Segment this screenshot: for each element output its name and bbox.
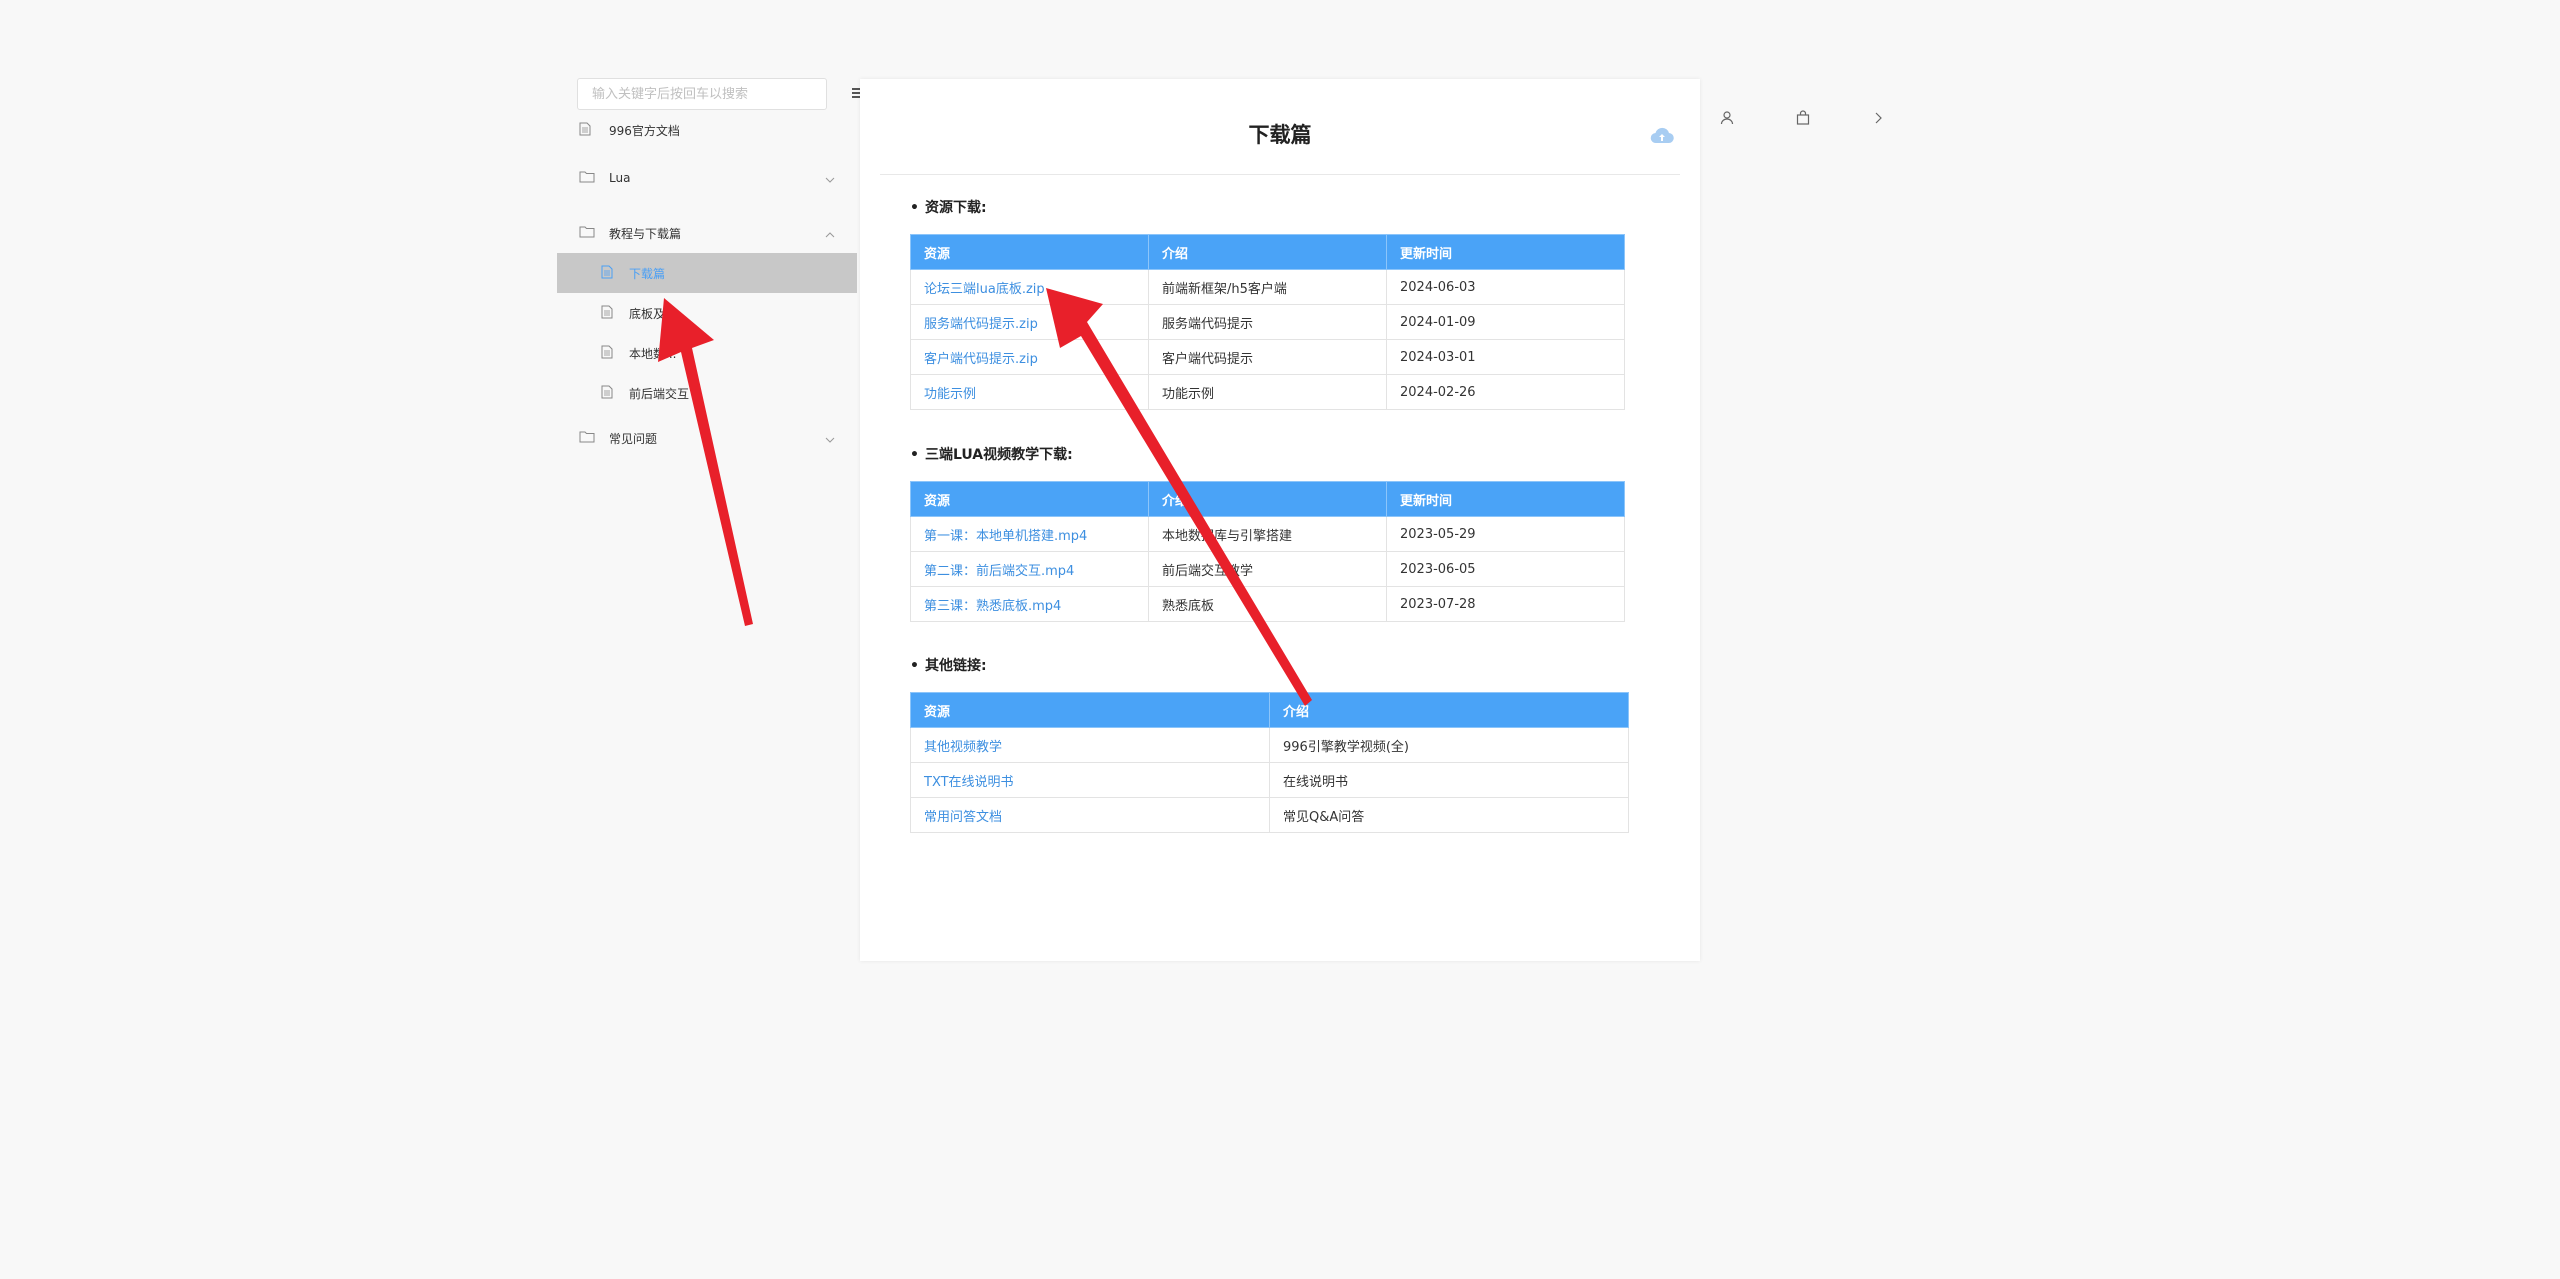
table-row: 常用问答文档 常见Q&A问答 [910,797,1629,833]
download-link[interactable]: 功能示例 [924,387,976,402]
chevron-up-icon [825,227,835,241]
sidebar-item-lua[interactable]: Lua [557,158,857,198]
download-link[interactable]: 第一课：本地单机搭建.mp4 [924,529,1087,544]
table-row: 客户端代码提示.zip 客户端代码提示 2024-03-01 [910,339,1625,375]
file-icon [601,385,613,402]
bag-icon[interactable] [1795,110,1811,126]
sidebar-item-label: Lua [609,171,631,185]
sidebar-item-faq[interactable]: 常见问题 [557,418,857,458]
file-icon [601,345,613,362]
chevron-right-icon[interactable] [1870,110,1886,126]
sidebar-item-local-data[interactable]: 本地数... [557,333,857,373]
table-cell: 熟悉底板 [1148,586,1387,622]
sidebar-item-baseboard[interactable]: 底板及..... [557,293,857,333]
sidebar: 996官方文档 Lua 教程与下载篇 下载篇 [557,78,864,458]
table-cell: 2024-03-01 [1386,339,1625,375]
sidebar-item-label: 本地数... [629,346,677,361]
table-cell: 前端新框架/h5客户端 [1148,269,1387,305]
table-cell: 本地数据库与引擎搭建 [1148,516,1387,552]
search-input[interactable] [577,78,827,110]
title-divider [880,174,1680,175]
external-link[interactable]: TXT在线说明书 [924,775,1014,790]
links-table: 资源 介绍 其他视频教学 996引擎教学视频(全) TXT在线说明书 在线说明书… [910,692,1629,833]
column-header: 介绍 [1269,692,1629,728]
resource-table: 资源 介绍 更新时间 论坛三端lua底板.zip 前端新框架/h5客户端 202… [910,234,1625,410]
table-cell: 2024-01-09 [1386,304,1625,340]
table-cell: 996引擎教学视频(全) [1269,727,1629,763]
column-header: 资源 [910,692,1270,728]
table-cell: 2023-05-29 [1386,516,1625,552]
file-icon [601,305,613,322]
section-heading: • 三端LUA视频教学下载: [910,447,1073,463]
sidebar-item-label: 常见问题 [609,431,658,446]
table-row: 服务端代码提示.zip 服务端代码提示 2024-01-09 [910,304,1625,340]
table-cell: 2023-06-05 [1386,551,1625,587]
table-cell: 在线说明书 [1269,762,1629,798]
file-icon [579,122,591,139]
download-link[interactable]: 服务端代码提示.zip [924,317,1038,332]
sidebar-item-tutorials[interactable]: 教程与下载篇 [557,213,857,253]
table-row: 第三课：熟悉底板.mp4 熟悉底板 2023-07-28 [910,586,1625,622]
table-cell: 2023-07-28 [1386,586,1625,622]
folder-icon [579,430,595,446]
search-row [577,78,864,112]
table-cell: 2024-06-03 [1386,269,1625,305]
sidebar-item-label: 底板及..... [629,306,685,321]
table-row: TXT在线说明书 在线说明书 [910,762,1629,798]
table-header-row: 资源 介绍 更新时间 [910,481,1625,517]
section-heading: • 其他链接: [910,658,987,674]
download-link[interactable]: 客户端代码提示.zip [924,352,1038,367]
table-row: 第二课：前后端交互.mp4 前后端交互教学 2023-06-05 [910,551,1625,587]
download-link[interactable]: 论坛三端lua底板.zip [924,282,1045,297]
sidebar-item-label: 下载篇 [629,266,666,281]
table-cell: 功能示例 [1148,374,1387,410]
table-header-row: 资源 介绍 更新时间 [910,234,1625,270]
download-link[interactable]: 第二课：前后端交互.mp4 [924,564,1074,579]
download-link[interactable]: 第三课：熟悉底板.mp4 [924,599,1061,614]
content-card: 下载篇 • 资源下载: 资源 介绍 更新时间 论坛三端lua底板.zip 前端新框… [860,79,1700,961]
page: 996官方文档 Lua 教程与下载篇 下载篇 [0,0,2560,1279]
table-cell: 前后端交互教学 [1148,551,1387,587]
column-header: 资源 [910,481,1149,517]
section-heading: • 资源下载: [910,200,987,216]
file-icon [601,265,613,282]
table-row: 其他视频教学 996引擎教学视频(全) [910,727,1629,763]
table-row: 第一课：本地单机搭建.mp4 本地数据库与引擎搭建 2023-05-29 [910,516,1625,552]
sidebar-item-frontend-backend[interactable]: 前后端交互 [557,373,857,413]
video-table: 资源 介绍 更新时间 第一课：本地单机搭建.mp4 本地数据库与引擎搭建 202… [910,481,1625,622]
sidebar-item-label: 前后端交互 [629,386,690,401]
sidebar-item-downloads[interactable]: 下载篇 [557,253,857,293]
table-cell: 常见Q&A问答 [1269,797,1629,833]
external-link[interactable]: 其他视频教学 [924,740,1002,755]
column-header: 介绍 [1148,234,1387,270]
column-header: 介绍 [1148,481,1387,517]
sidebar-item-official-docs[interactable]: 996官方文档 [557,110,857,150]
table-cell: 服务端代码提示 [1148,304,1387,340]
folder-icon [579,225,595,241]
column-header: 更新时间 [1386,481,1625,517]
chevron-down-icon [825,172,835,186]
page-title: 下载篇 [1248,123,1312,147]
table-cell: 2024-02-26 [1386,374,1625,410]
sidebar-item-label: 教程与下载篇 [609,226,682,241]
table-row: 论坛三端lua底板.zip 前端新框架/h5客户端 2024-06-03 [910,269,1625,305]
folder-icon [579,170,595,186]
table-header-row: 资源 介绍 [910,692,1629,728]
table-cell: 客户端代码提示 [1148,339,1387,375]
table-row: 功能示例 功能示例 2024-02-26 [910,374,1625,410]
user-icon[interactable] [1719,110,1735,126]
column-header: 更新时间 [1386,234,1625,270]
external-link[interactable]: 常用问答文档 [924,810,1002,825]
sidebar-item-label: 996官方文档 [609,123,680,138]
column-header: 资源 [910,234,1149,270]
cloud-upload-icon[interactable] [1650,127,1674,149]
chevron-down-icon [825,432,835,446]
